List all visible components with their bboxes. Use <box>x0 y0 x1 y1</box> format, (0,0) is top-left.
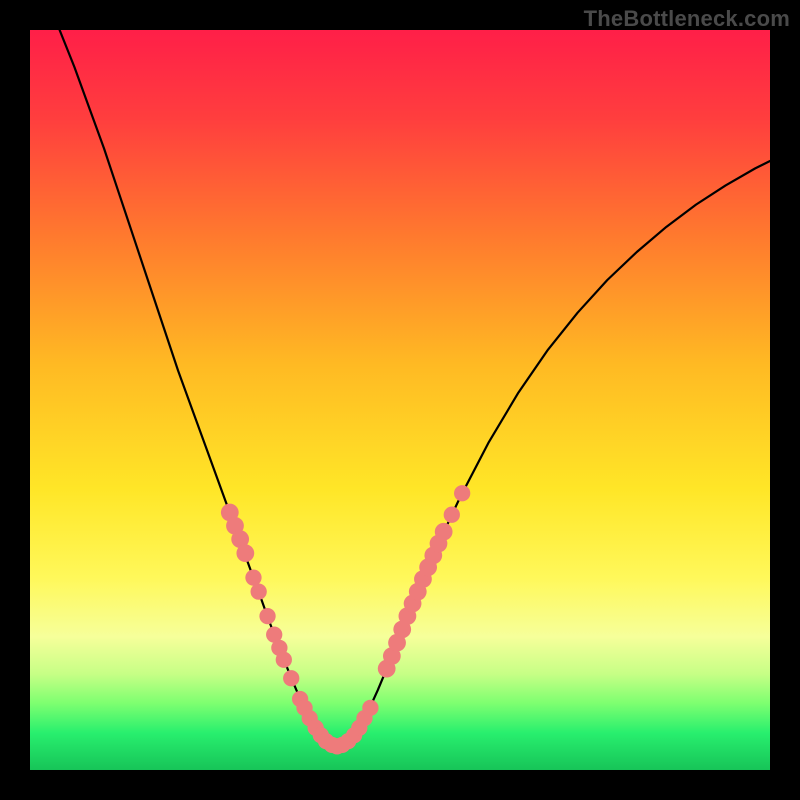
chart-frame: TheBottleneck.com <box>0 0 800 800</box>
marker-dot <box>276 652 292 668</box>
marker-dot <box>236 544 254 562</box>
marker-dot <box>251 584 267 600</box>
watermark-text: TheBottleneck.com <box>584 6 790 32</box>
marker-dot <box>435 523 453 541</box>
marker-dot <box>362 700 378 716</box>
marker-dot <box>245 569 261 585</box>
curve-markers <box>30 30 770 770</box>
marker-dot <box>283 670 299 686</box>
plot-area <box>30 30 770 770</box>
marker-dot <box>454 485 470 501</box>
marker-dot <box>259 608 275 624</box>
marker-dot <box>444 507 460 523</box>
